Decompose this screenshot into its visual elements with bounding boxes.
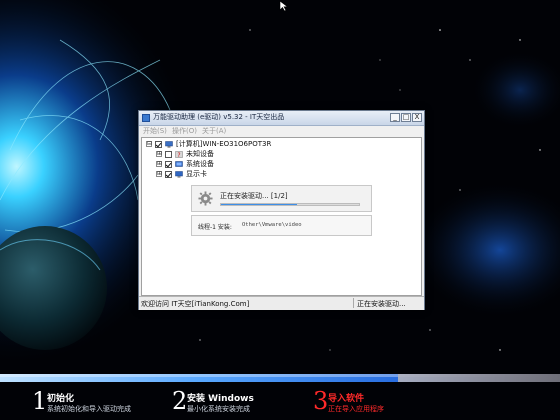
gear-icon	[198, 191, 213, 206]
maximize-button[interactable]: □	[401, 113, 411, 122]
expand-icon[interactable]: ⊞	[156, 151, 162, 157]
checkbox-system-devices[interactable]	[165, 160, 172, 168]
system-device-icon	[175, 160, 183, 167]
driver-assistant-window[interactable]: 万能驱动助理 (e驱动) v5.32 - IT天空出品 _ □ X 开始(S) …	[138, 110, 425, 310]
menu-about[interactable]: 关于(A)	[202, 126, 226, 136]
step-subtitle: 系统初始化和导入驱动完成	[47, 405, 131, 413]
thread-driver-path: Other\Vmware\video	[242, 222, 302, 228]
status-bar: 欢迎访问 IT天空[iTianKong.Com] 正在安装驱动...	[139, 296, 424, 310]
mouse-cursor-icon	[279, 0, 289, 12]
step-number: 3	[313, 387, 329, 415]
checkbox-unknown-devices[interactable]	[165, 150, 172, 158]
tree-item-display-adapter[interactable]: ⊞ 显示卡	[156, 169, 207, 179]
expand-icon[interactable]: ⊞	[156, 161, 162, 167]
unknown-device-icon: ?	[175, 150, 183, 158]
install-progress-label: 正在安装驱动... [1/2]	[220, 192, 288, 200]
step-title: 导入软件	[328, 394, 365, 404]
checkbox-display-adapter[interactable]	[165, 170, 172, 178]
minimize-button[interactable]: _	[390, 113, 400, 122]
menu-bar: 开始(S) 操作(O) 关于(A)	[139, 126, 424, 136]
step-number: 1	[32, 387, 48, 415]
window-titlebar[interactable]: 万能驱动助理 (e驱动) v5.32 - IT天空出品 _ □ X	[139, 111, 424, 126]
step-subtitle: 最小化系统安装完成	[187, 405, 250, 413]
tree-item-unknown-devices[interactable]: ⊞ ? 未知设备	[156, 149, 214, 159]
tree-item-label: 系统设备	[186, 160, 214, 168]
step-title: 安装 Windows	[187, 394, 254, 404]
status-state-text: 正在安装驱动...	[357, 300, 406, 308]
expand-icon[interactable]: ⊞	[156, 171, 162, 177]
step-title: 初始化	[47, 394, 75, 404]
svg-text:?: ?	[177, 152, 180, 158]
tree-root-label: [计算机]WIN-EO31O6POT3R	[176, 140, 272, 148]
install-progress-bar	[220, 203, 360, 206]
status-divider	[353, 298, 354, 308]
app-icon	[142, 114, 150, 122]
install-progress-panel: 正在安装驱动... [1/2]	[191, 185, 372, 212]
tree-root-computer[interactable]: ⊟ [计算机]WIN-EO31O6POT3R	[146, 139, 271, 149]
device-tree-panel: ⊟ [计算机]WIN-EO31O6POT3R ⊞ ? 未知设备 ⊞ 系统设备 ⊞…	[141, 137, 422, 296]
tree-item-system-devices[interactable]: ⊞ 系统设备	[156, 159, 214, 169]
menu-start[interactable]: 开始(S)	[143, 126, 167, 136]
window-title: 万能驱动助理 (e驱动) v5.32 - IT天空出品	[153, 113, 285, 121]
step-subtitle: 正在导入应用程序	[328, 405, 384, 413]
collapse-icon[interactable]: ⊟	[146, 141, 152, 147]
thread-status-panel: 线程-1 安装: Other\Vmware\video	[191, 215, 372, 236]
close-button[interactable]: X	[412, 113, 422, 122]
tree-item-label: 未知设备	[186, 150, 214, 158]
menu-operations[interactable]: 操作(O)	[172, 126, 197, 136]
strip-remaining	[398, 374, 560, 382]
computer-icon	[165, 140, 173, 147]
thread-label: 线程-1 安装:	[198, 224, 232, 231]
install-progress-fill	[221, 204, 297, 205]
checkbox-computer[interactable]	[155, 140, 162, 148]
display-adapter-icon	[175, 170, 183, 177]
setup-progress-strip	[0, 374, 560, 382]
step-number: 2	[172, 387, 188, 415]
tree-item-label: 显示卡	[186, 170, 207, 178]
status-welcome-text: 欢迎访问 IT天空[iTianKong.Com]	[141, 300, 250, 308]
